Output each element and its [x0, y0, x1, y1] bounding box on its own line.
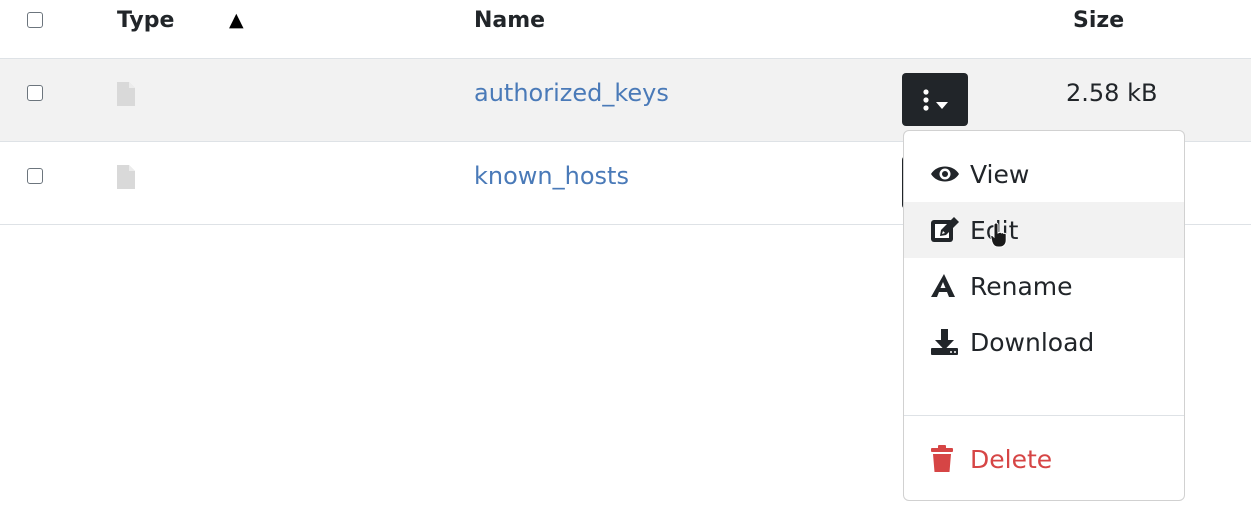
name-column-header[interactable]: Name	[474, 8, 545, 33]
menu-item-rename[interactable]: Rename	[904, 258, 1184, 314]
menu-item-label: Delete	[970, 444, 1053, 474]
menu-item-edit[interactable]: Edit	[904, 202, 1184, 258]
table-header-row: Type ▲ Name Size	[0, 0, 1251, 59]
font-a-icon	[930, 271, 970, 301]
select-all-checkbox[interactable]	[27, 12, 43, 28]
chevron-down-icon	[936, 97, 948, 112]
menu-divider	[904, 415, 1184, 416]
size-column-header[interactable]: Size	[1073, 8, 1124, 33]
menu-item-label: Rename	[970, 271, 1073, 301]
more-vertical-icon	[922, 89, 930, 114]
file-actions-button[interactable]	[902, 73, 968, 126]
eye-icon	[930, 159, 970, 189]
menu-item-view[interactable]: View	[904, 146, 1184, 202]
menu-item-delete[interactable]: Delete	[904, 431, 1184, 487]
menu-item-label: View	[970, 159, 1030, 189]
row-checkbox[interactable]	[27, 168, 43, 184]
row-checkbox[interactable]	[27, 85, 43, 101]
file-size: 2.58 kB	[1066, 79, 1158, 107]
hand-pointer-cursor-icon	[990, 222, 1010, 252]
file-name-link[interactable]: known_hosts	[474, 162, 629, 190]
file-name-link[interactable]: authorized_keys	[474, 79, 669, 107]
file-icon	[117, 165, 135, 193]
download-icon	[930, 327, 970, 357]
edit-icon	[930, 215, 970, 245]
file-actions-menu: View Edit Rename Download Delete	[903, 130, 1185, 501]
type-column-header[interactable]: Type	[117, 8, 174, 33]
trash-icon	[930, 444, 970, 474]
menu-item-label: Download	[970, 327, 1095, 357]
file-icon	[117, 82, 135, 110]
menu-item-download[interactable]: Download	[904, 314, 1184, 370]
sort-ascending-icon[interactable]: ▲	[229, 9, 244, 31]
